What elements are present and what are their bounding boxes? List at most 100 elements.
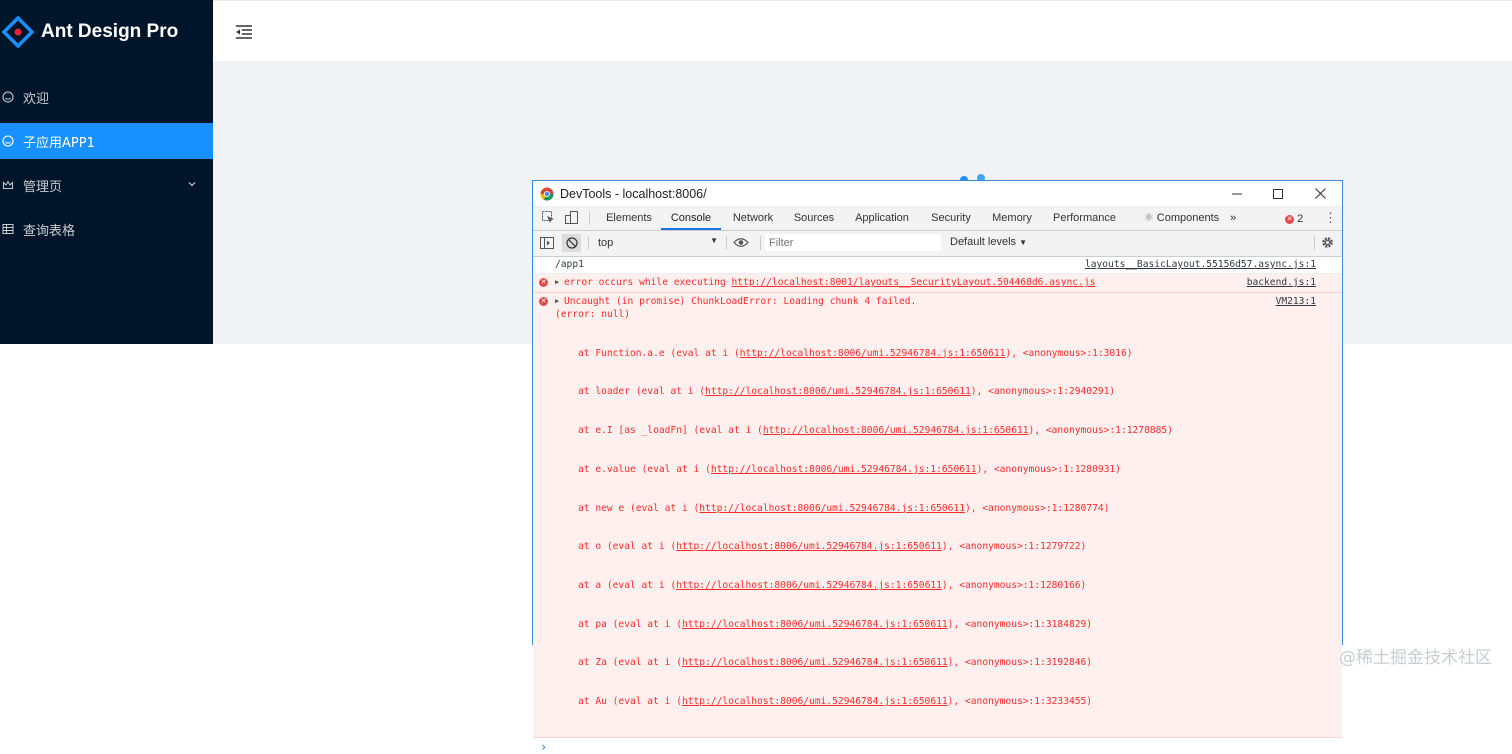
error-text: error occurs while executing — [564, 277, 732, 288]
sidebar-item-welcome[interactable]: 欢迎 — [0, 79, 213, 115]
console-log-line: /app1 layouts__BasicLayout.55156d57.asyn… — [533, 256, 1342, 274]
devtools-titlebar: DevTools - localhost:8006/ — [533, 181, 1342, 206]
close-button[interactable] — [1300, 181, 1340, 206]
chevron-down-icon — [187, 178, 197, 193]
console-prompt[interactable]: › — [533, 738, 1342, 754]
tab-memory[interactable]: Memory — [984, 206, 1040, 230]
filter-input[interactable] — [765, 234, 941, 251]
log-levels-label: Default levels — [950, 236, 1017, 248]
inspect-element-icon[interactable] — [542, 211, 555, 227]
stack-frame: at a (eval at i (http://localhost:8006/u… — [578, 579, 1087, 591]
sidebar-item-table[interactable]: 查询表格 — [0, 211, 213, 247]
clear-console-icon[interactable] — [562, 234, 581, 252]
context-selector[interactable]: top ▼ — [594, 235, 718, 251]
divider — [589, 211, 590, 225]
error-count: 2 — [1297, 213, 1304, 226]
tab-application[interactable]: Application — [847, 206, 917, 230]
sidebar-item-label: 欢迎 — [23, 91, 50, 107]
error-icon: ✕ — [1285, 214, 1294, 224]
expand-triangle-icon[interactable]: ▶ — [555, 297, 559, 305]
ant-design-logo-icon — [1, 15, 35, 49]
smile-icon — [1, 134, 15, 148]
devtools-title: DevTools - localhost:8006/ — [560, 186, 707, 201]
expand-triangle-icon[interactable]: ▶ — [555, 278, 559, 286]
error-header: Uncaught (in promise) ChunkLoadError: Lo… — [564, 296, 917, 307]
stack-frame: at new e (eval at i (http://localhost:80… — [578, 502, 1110, 514]
sidebar-item-label: 子应用APP1 — [23, 135, 95, 151]
sidebar: Ant Design Pro 欢迎 子应用APP1 管理页 查询表格 — [0, 0, 213, 344]
sidebar-item-admin[interactable]: 管理页 — [0, 167, 213, 203]
devtools-window: DevTools - localhost:8006/ Elements Cons… — [532, 180, 1343, 754]
sidebar-toggle-icon[interactable] — [540, 237, 554, 252]
stack-frame: at Au (eval at i (http://localhost:8006/… — [578, 696, 1093, 708]
stack-link[interactable]: http://localhost:8006/umi.52946784.js:1:… — [682, 696, 948, 707]
stack-link[interactable]: http://localhost:8006/umi.52946784.js:1:… — [740, 348, 1006, 359]
tab-sources[interactable]: Sources — [785, 206, 843, 230]
stack-link[interactable]: http://localhost:8006/umi.52946784.js:1:… — [705, 386, 971, 397]
log-text: /app1 — [555, 259, 584, 270]
divider — [1314, 236, 1315, 250]
tab-components-label: Components — [1156, 212, 1220, 224]
error-count-badge[interactable]: ✕ 2 — [1285, 213, 1303, 225]
stack-link[interactable]: http://localhost:8006/umi.52946784.js:1:… — [711, 464, 977, 475]
error-link[interactable]: http://localhost:8001/layouts__SecurityL… — [732, 277, 1096, 288]
watermark: @稀土掘金技术社区 — [1339, 648, 1492, 668]
tab-components[interactable]: ⚛ Components — [1131, 206, 1232, 230]
log-source-link[interactable]: layouts__BasicLayout.55156d57.async.js:1 — [1085, 259, 1316, 270]
devtools-tabbar: Elements Console Network Sources Applica… — [533, 206, 1342, 231]
stack-link[interactable]: http://localhost:8006/umi.52946784.js:1:… — [676, 580, 942, 591]
error-subheader: (error: null) — [555, 308, 631, 320]
console-output: /app1 layouts__BasicLayout.55156d57.asyn… — [533, 256, 1342, 754]
eye-icon[interactable] — [733, 237, 749, 251]
tab-security[interactable]: Security — [923, 206, 979, 230]
crown-icon — [1, 178, 15, 192]
stack-frame: at Function.a.e (eval at i (http://local… — [578, 347, 1133, 359]
maximize-button[interactable] — [1258, 181, 1298, 206]
react-icon: ⚛ — [1143, 212, 1154, 224]
stack-link[interactable]: http://localhost:8006/umi.52946784.js:1:… — [699, 503, 965, 514]
error-source-link[interactable]: VM213:1 — [1276, 296, 1316, 307]
smile-icon — [1, 90, 15, 104]
stack-frame: at e.I [as _loadFn] (eval at i (http://l… — [578, 425, 1173, 437]
kebab-menu-icon[interactable]: ⋮ — [1324, 211, 1337, 224]
minimize-button[interactable] — [1217, 181, 1257, 206]
sidebar-item-app1[interactable]: 子应用APP1 — [0, 123, 213, 159]
prompt-chevron-icon: › — [540, 739, 548, 754]
log-levels-dropdown[interactable]: Default levels ▼ — [950, 236, 1027, 248]
console-error-line: ✕ ▶ error occurs while executing http://… — [533, 274, 1342, 293]
more-tabs-button[interactable]: » — [1226, 206, 1240, 230]
error-source-link[interactable]: backend.js:1 — [1247, 277, 1316, 288]
console-toolbar: top ▼ Default levels ▼ — [533, 231, 1342, 257]
stack-trace: at Function.a.e (eval at i (http://local… — [533, 322, 1342, 735]
stack-link[interactable]: http://localhost:8006/umi.52946784.js:1:… — [682, 657, 948, 668]
stack-frame: at loader (eval at i (http://localhost:8… — [578, 386, 1116, 398]
stack-frame: at Za (eval at i (http://localhost:8006/… — [578, 657, 1093, 669]
stack-link[interactable]: http://localhost:8006/umi.52946784.js:1:… — [676, 541, 942, 552]
gear-icon[interactable] — [1321, 236, 1334, 252]
context-value: top — [598, 237, 614, 249]
app-title: Ant Design Pro — [41, 21, 179, 42]
tab-performance[interactable]: Performance — [1048, 206, 1121, 230]
divider — [760, 236, 761, 250]
error-icon: ✕ — [539, 278, 548, 287]
stack-link[interactable]: http://localhost:8006/umi.52946784.js:1:… — [763, 425, 1029, 436]
dropdown-arrow-icon: ▼ — [710, 236, 718, 245]
error-icon: ✕ — [539, 297, 548, 306]
tab-elements[interactable]: Elements — [599, 206, 659, 230]
top-header — [213, 0, 1512, 61]
sidebar-item-label: 管理页 — [23, 179, 63, 195]
tab-network[interactable]: Network — [724, 206, 782, 230]
stack-frame: at o (eval at i (http://localhost:8006/u… — [578, 541, 1087, 553]
divider — [726, 236, 727, 250]
logo[interactable]: Ant Design Pro — [0, 0, 213, 64]
console-error-line: ✕ ▶ VM213:1 Uncaught (in promise) ChunkL… — [533, 293, 1342, 738]
stack-frame: at pa (eval at i (http://localhost:8006/… — [578, 618, 1093, 630]
device-toolbar-icon[interactable] — [565, 211, 578, 227]
sidebar-item-label: 查询表格 — [23, 223, 76, 239]
table-icon — [1, 222, 15, 236]
menu-fold-icon[interactable] — [235, 24, 253, 44]
tab-console[interactable]: Console — [661, 206, 721, 230]
divider — [588, 236, 589, 250]
chrome-icon — [540, 187, 554, 201]
stack-link[interactable]: http://localhost:8006/umi.52946784.js:1:… — [682, 619, 948, 630]
